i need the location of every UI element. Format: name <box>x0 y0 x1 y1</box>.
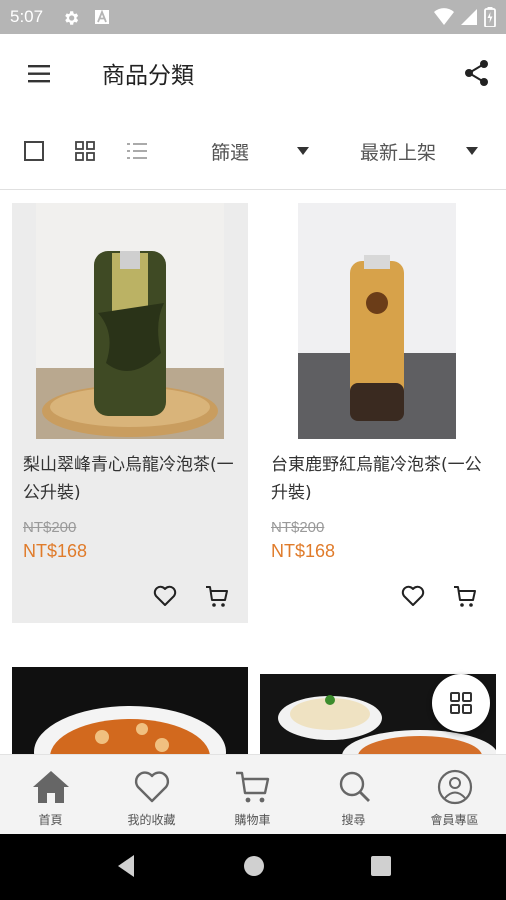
filter-button[interactable]: 篩選 <box>211 138 249 165</box>
wifi-icon <box>434 8 454 25</box>
search-icon <box>339 771 370 802</box>
product-card[interactable]: 台東鹿野紅烏龍冷泡茶(一公升裝) NT$200 NT$168 <box>260 203 496 623</box>
product-price: NT$168 <box>23 541 88 561</box>
product-card[interactable]: 梨山翠峰青心烏龍冷泡茶(一公升裝) NT$200 NT$168 <box>12 203 248 623</box>
bottom-nav: 首頁 我的收藏 購物車 搜尋 會員專區 <box>0 754 506 834</box>
filter-dropdown-icon[interactable] <box>297 147 309 155</box>
product-name[interactable]: 台東鹿野紅烏龍冷泡茶(一公升裝) <box>271 451 493 507</box>
home-button-icon[interactable] <box>242 854 266 878</box>
sort-button[interactable]: 最新上架 <box>360 138 436 165</box>
product-original-price: NT$200 <box>23 519 77 536</box>
menu-icon[interactable] <box>26 60 54 88</box>
sort-dropdown-icon[interactable] <box>466 147 478 155</box>
add-to-cart-icon[interactable] <box>204 583 230 609</box>
cart-icon <box>236 771 270 803</box>
nav-member-label: 會員專區 <box>430 813 479 827</box>
battery-icon <box>484 7 496 27</box>
add-to-cart-icon[interactable] <box>452 583 478 609</box>
app-bar: 商品分類 <box>0 34 506 114</box>
grid-view-icon[interactable] <box>74 140 96 162</box>
user-icon <box>437 769 473 805</box>
nav-favorites-label: 我的收藏 <box>127 813 176 827</box>
share-icon[interactable] <box>462 58 492 88</box>
grid-menu-fab[interactable] <box>432 674 490 732</box>
grid-icon <box>450 692 472 714</box>
app-a-icon <box>95 9 109 24</box>
nav-cart[interactable]: 購物車 <box>202 755 303 835</box>
home-icon <box>33 771 69 803</box>
heart-icon <box>134 771 170 803</box>
nav-home[interactable]: 首頁 <box>0 755 101 835</box>
nav-cart-label: 購物車 <box>234 813 271 827</box>
product-name[interactable]: 梨山翠峰青心烏龍冷泡茶(一公升裝) <box>23 451 245 507</box>
recents-icon[interactable] <box>370 855 392 877</box>
filter-toolbar: 篩選 最新上架 <box>0 114 506 190</box>
status-time: 5:07 <box>10 7 44 26</box>
list-view-icon[interactable] <box>126 140 148 162</box>
favorite-heart-icon[interactable] <box>152 583 178 609</box>
nav-member[interactable]: 會員專區 <box>404 755 505 835</box>
nav-favorites[interactable]: 我的收藏 <box>101 755 202 835</box>
back-icon[interactable] <box>114 853 138 879</box>
gear-icon <box>65 11 79 25</box>
product-image-mapo-tofu[interactable] <box>12 667 248 754</box>
page-title: 商品分類 <box>102 63 194 89</box>
product-original-price: NT$200 <box>271 519 325 536</box>
product-image-oolong-green[interactable] <box>36 203 224 439</box>
nav-home-label: 首頁 <box>38 813 63 827</box>
system-nav-bar <box>0 834 506 900</box>
product-image-red-oolong[interactable] <box>298 203 456 439</box>
nav-search-label: 搜尋 <box>341 813 366 827</box>
status-bar: 5:07 <box>0 0 506 34</box>
signal-icon <box>461 9 477 25</box>
favorite-heart-icon[interactable] <box>400 583 426 609</box>
nav-search[interactable]: 搜尋 <box>303 755 404 835</box>
single-view-icon[interactable] <box>23 140 45 162</box>
product-price: NT$168 <box>271 541 336 561</box>
